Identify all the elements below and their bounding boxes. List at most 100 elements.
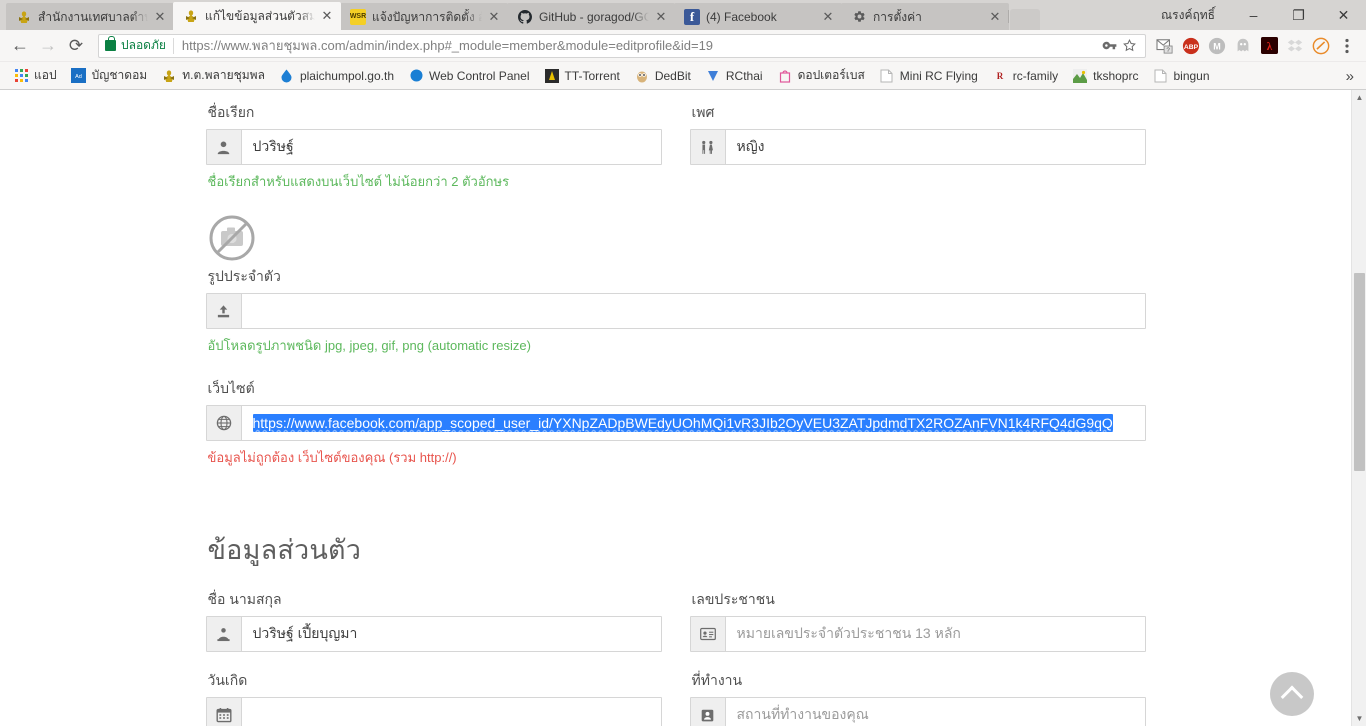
bookmark-7[interactable]: RCthai [698,65,770,87]
browser-tab-1[interactable]: แก้ไขข้อมูลส่วนตัวสมาชิก ✕ [173,2,341,30]
browser-tab-label: แก้ไขข้อมูลส่วนตัวสมาชิก [205,9,315,23]
birthdate-input[interactable] [242,698,661,726]
gear-icon [851,9,867,25]
gender-input[interactable]: หญิง [726,130,1145,164]
website-group: เว็บไซต์ https://www.facebook.com/app_sc… [205,378,1146,468]
bookmark-label: tkshoprc [1093,68,1139,83]
gender-group: เพศ หญิง [689,102,1146,192]
gender-input-group[interactable]: หญิง [689,129,1146,165]
lock-icon [105,36,116,51]
scroll-up-arrow-icon[interactable]: ▲ [1352,90,1366,105]
nickname-input-group[interactable]: ปวริษฐ์ [205,129,662,165]
globe-icon [206,406,242,440]
three-dot-menu-icon[interactable] [1334,33,1360,59]
browser-tab-0[interactable]: สำนักงานเทศบาลตำบลพลา ✕ [6,3,174,30]
maximize-icon[interactable]: ❐ [1276,0,1321,30]
secure-label: ปลอดภัย [121,38,166,52]
browser-tab-2[interactable]: WSR แจ้งปัญหาการติดตั้ง อัปเกร ✕ [340,3,508,30]
website-label: เว็บไซต์ [207,380,255,396]
bookmark-apps[interactable]: แอป [6,65,64,87]
bookmark-9[interactable]: Mini RC Flying [872,65,985,87]
blue-drop-icon [279,68,295,84]
bookmark-12[interactable]: bingun [1145,65,1216,87]
birthdate-input-group[interactable] [205,697,662,726]
website-input-group[interactable]: https://www.facebook.com/app_scoped_user… [205,405,1146,441]
fullname-input[interactable]: ปวริษฐ์ เปี้ยบุญมา [242,617,661,651]
workplace-input-group[interactable]: สถานที่ทำงานของคุณ [689,697,1146,726]
blue-dot-icon [408,68,424,84]
close-icon[interactable]: ✕ [152,9,168,25]
address-bar-url: https://www.พลายชุมพล.com/admin/index.ph… [181,38,714,53]
website-error-text: ข้อมูลไม่ถูกต้อง เว็บไซต์ของคุณ (รวม htt… [207,450,457,465]
avatar-label: รูปประจำตัว [207,268,281,284]
citizen-id-input-group[interactable]: หมายเลขประจำตัวประชาชน 13 หลัก [689,616,1146,652]
back-icon[interactable]: ← [6,32,34,60]
close-icon[interactable]: ✕ [486,9,502,25]
orange-circle-icon[interactable] [1308,33,1334,59]
bookmark-1[interactable]: Ad บัญชาดอม [64,65,155,87]
fullname-label: ชื่อ นามสกุล [207,591,282,607]
facebook-icon: f [684,8,700,25]
page-viewport: ชื่อเรียก ปวริษฐ์ ชื่อเรียกสำหรับแสดงบนเ… [0,90,1366,726]
bookmark-2[interactable]: ท.ต.พลายชุมพล [154,65,272,87]
bookmark-label: TT-Torrent [564,68,620,83]
browser-window: สำนักงานเทศบาลตำบลพลา ✕ แก้ไขข้อมูลส่วนต… [0,0,1366,728]
scroll-down-arrow-icon[interactable]: ▼ [1352,711,1366,726]
key-icon[interactable] [1099,35,1119,57]
rcthai-icon [705,68,721,84]
close-icon[interactable]: ✕ [987,9,1003,25]
avatar-upload-input[interactable] [242,294,1145,328]
ghostery-icon[interactable] [1230,33,1256,59]
citizen-id-group: เลขประชาชน หมายเลขประจำตัวประชาชน 13 หลั… [689,589,1146,652]
gmail-checker-icon[interactable]: ? [1152,33,1178,59]
garuda-icon [161,68,177,84]
bookmark-10[interactable]: R rc-family [985,65,1065,87]
site-garuda-icon [183,8,199,24]
bookmark-6[interactable]: DedBit [627,65,698,87]
birthdate-group: วันเกิด [205,670,662,726]
fullname-input-group[interactable]: ปวริษฐ์ เปี้ยบุญมา [205,616,662,652]
browser-tab-5[interactable]: การตั้งค่า ✕ [841,3,1009,30]
close-icon[interactable]: ✕ [653,9,669,25]
page-scrollbar[interactable]: ▲ ▼ [1351,90,1366,726]
mega-icon[interactable]: M [1204,33,1230,59]
nickname-input[interactable]: ปวริษฐ์ [242,130,661,164]
bookmark-label: ท.ต.พลายชุมพล [182,68,265,82]
adobe-acrobat-icon[interactable]: λ [1256,33,1282,59]
wsr-badge-icon: WSR [350,8,366,25]
forward-icon[interactable]: → [34,32,62,60]
birthdate-label: วันเกิด [207,672,248,688]
tkshop-icon [1072,68,1088,84]
window-user-label[interactable]: ณรงค์ฤทธิ์ [1161,6,1215,25]
new-tab-button[interactable] [1010,9,1040,30]
star-icon[interactable] [1119,35,1139,57]
bookmark-4[interactable]: Web Control Panel [401,65,537,87]
browser-toolbar: ← → ⟳ ปลอดภัย https://www.พลายชุมพล.com/… [0,30,1366,62]
bookmark-3[interactable]: plaichumpol.go.th [272,65,401,87]
bookmark-11[interactable]: tkshoprc [1065,65,1145,87]
close-icon[interactable]: ✕ [820,9,836,25]
workplace-icon [690,698,726,726]
dropbox-icon[interactable] [1282,33,1308,59]
close-icon[interactable]: ✕ [319,8,335,24]
citizen-id-input[interactable]: หมายเลขประจำตัวประชาชน 13 หลัก [726,617,1145,651]
workplace-input[interactable]: สถานที่ทำงานของคุณ [726,698,1145,726]
bookmark-5[interactable]: TT-Torrent [537,65,627,87]
bookmark-8[interactable]: ดอปเตอร์เบส [770,65,872,87]
adblock-plus-icon[interactable]: ABP [1178,33,1204,59]
close-window-icon[interactable]: ✕ [1321,0,1366,30]
no-photo-icon [208,214,256,262]
reload-icon[interactable]: ⟳ [62,32,90,60]
back-to-top-button[interactable] [1270,672,1314,716]
scrollbar-thumb[interactable] [1354,273,1365,471]
bookmarks-overflow-button[interactable]: » [1338,62,1362,90]
chevron-up-icon [1280,685,1304,709]
browser-tab-3[interactable]: GitHub - goragod/GCM ✕ [507,3,675,30]
minimize-icon[interactable]: – [1231,0,1276,30]
workplace-group: ที่ทำงาน สถานที่ทำงานของคุณ [689,670,1146,726]
website-input[interactable]: https://www.facebook.com/app_scoped_user… [242,406,1145,440]
nickname-gender-row: ชื่อเรียก ปวริษฐ์ ชื่อเรียกสำหรับแสดงบนเ… [205,102,1146,192]
avatar-upload-group[interactable] [205,293,1146,329]
address-bar[interactable]: ปลอดภัย https://www.พลายชุมพล.com/admin/… [98,33,1146,58]
browser-tab-4[interactable]: f (4) Facebook ✕ [674,3,842,30]
